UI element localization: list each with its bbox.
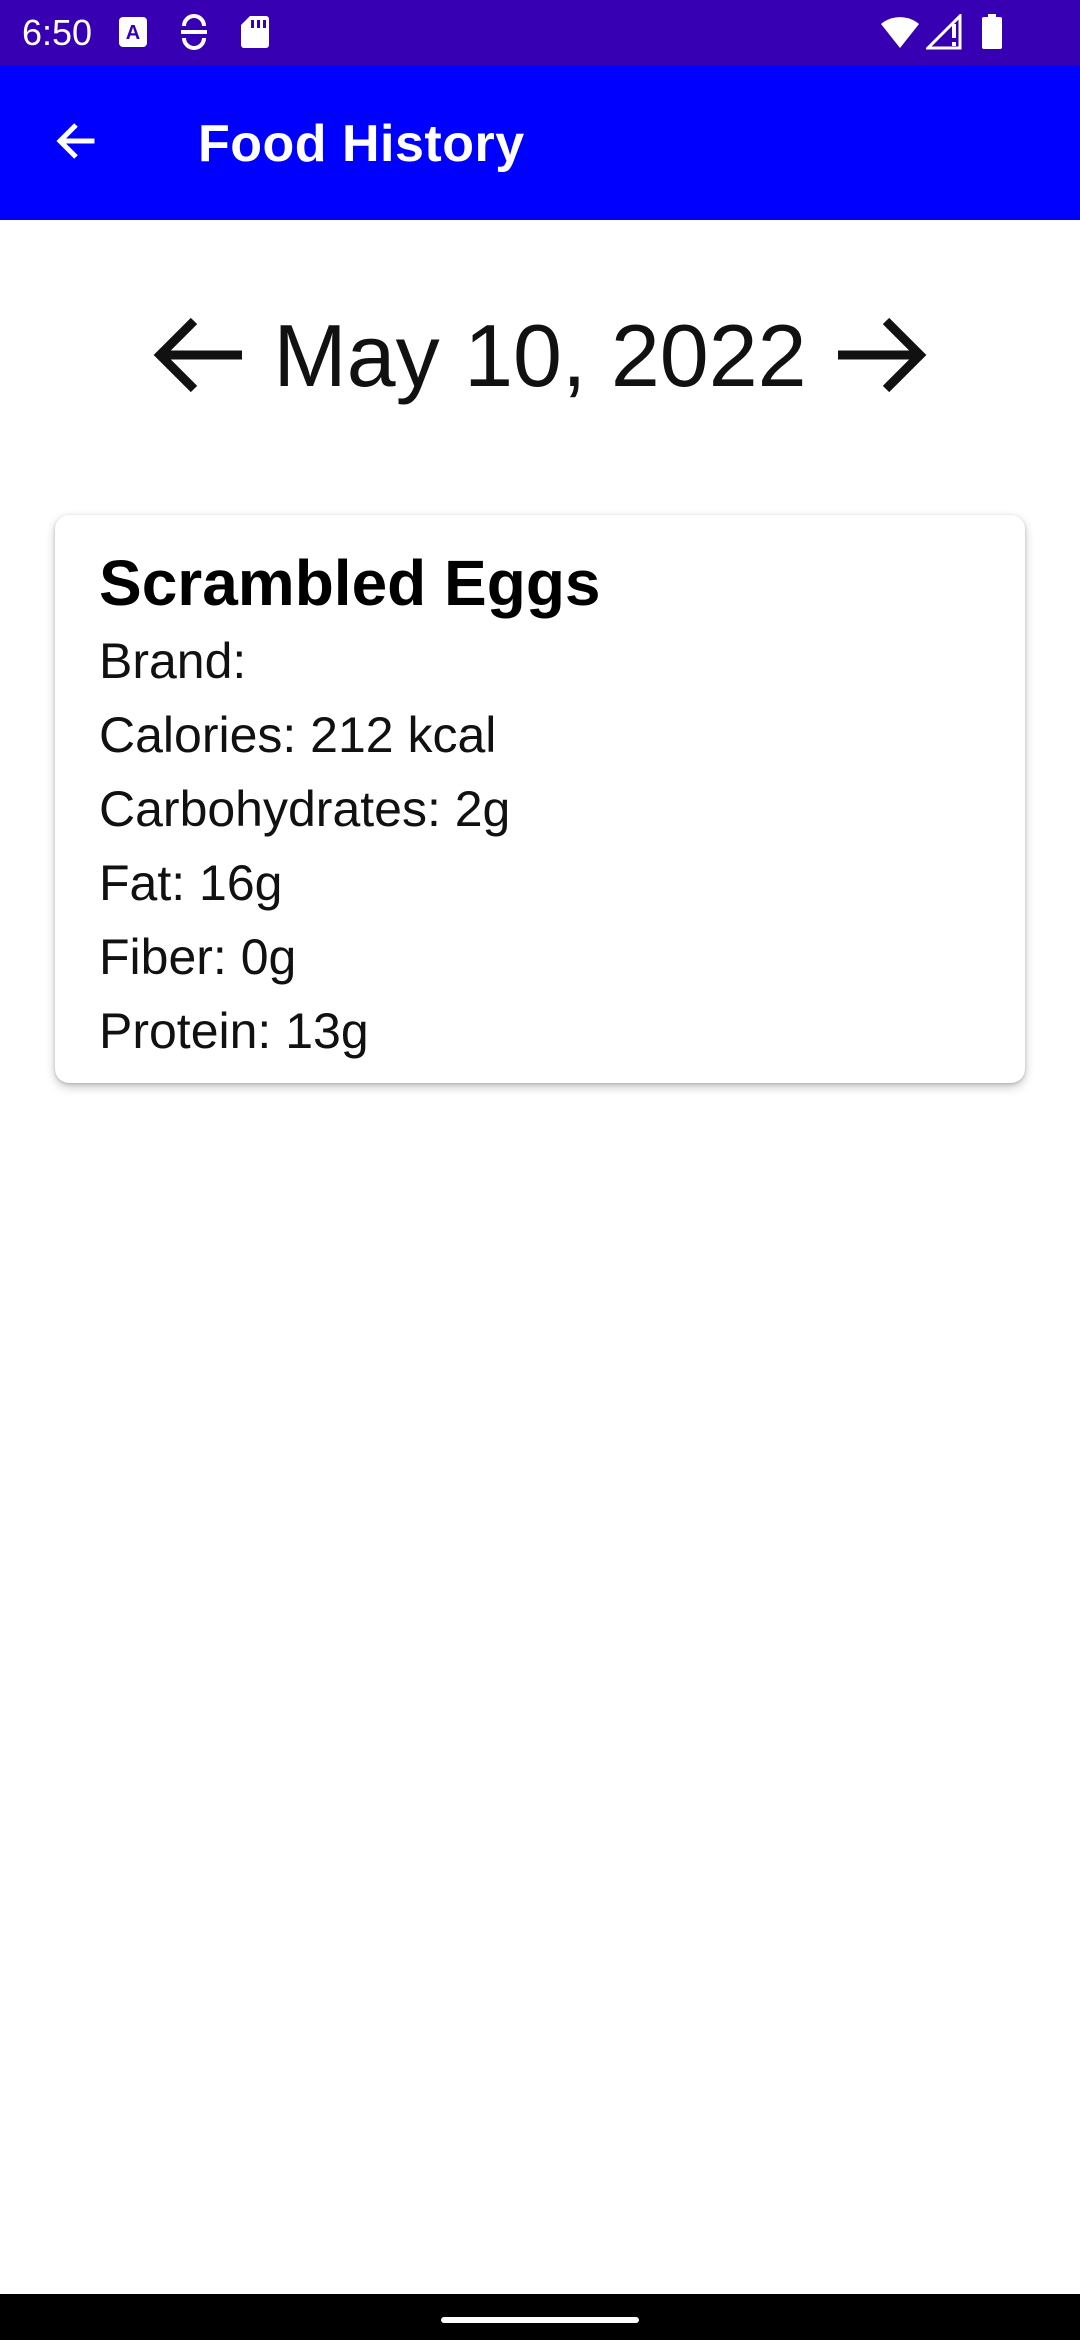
- back-button[interactable]: [36, 109, 116, 177]
- date-navigator: May 10, 2022: [0, 300, 1080, 410]
- sd-card-icon: [240, 14, 270, 50]
- status-time: 6:50: [22, 12, 93, 53]
- food-entry-card[interactable]: Scrambled Eggs Brand: Calories: 212 kcal…: [55, 515, 1025, 1083]
- home-indicator[interactable]: [441, 2317, 639, 2323]
- food-name: Scrambled Eggs: [99, 547, 601, 619]
- arrow-left-icon: [52, 117, 100, 170]
- app-bar: Food History: [0, 66, 1080, 220]
- vpn-icon: [178, 14, 210, 50]
- next-day-button[interactable]: [830, 308, 930, 402]
- food-fat: Fat: 16g: [99, 855, 283, 911]
- food-fiber: Fiber: 0g: [99, 929, 297, 985]
- current-date: May 10, 2022: [273, 306, 807, 405]
- arrow-right-icon: [830, 308, 930, 402]
- page-title: Food History: [198, 115, 525, 173]
- status-bar: 6:50 A: [0, 0, 1080, 66]
- food-brand: Brand:: [99, 633, 247, 689]
- battery-icon: [980, 14, 1004, 50]
- system-nav-bar: [0, 2294, 1080, 2340]
- food-protein: Protein: 13g: [99, 1003, 369, 1059]
- svg-text:A: A: [126, 22, 140, 44]
- food-carbohydrates: Carbohydrates: 2g: [99, 781, 511, 837]
- font-a-icon: A: [118, 16, 148, 48]
- wifi-icon: [880, 14, 920, 50]
- food-calories: Calories: 212 kcal: [99, 707, 497, 763]
- signal-icon: [926, 14, 966, 50]
